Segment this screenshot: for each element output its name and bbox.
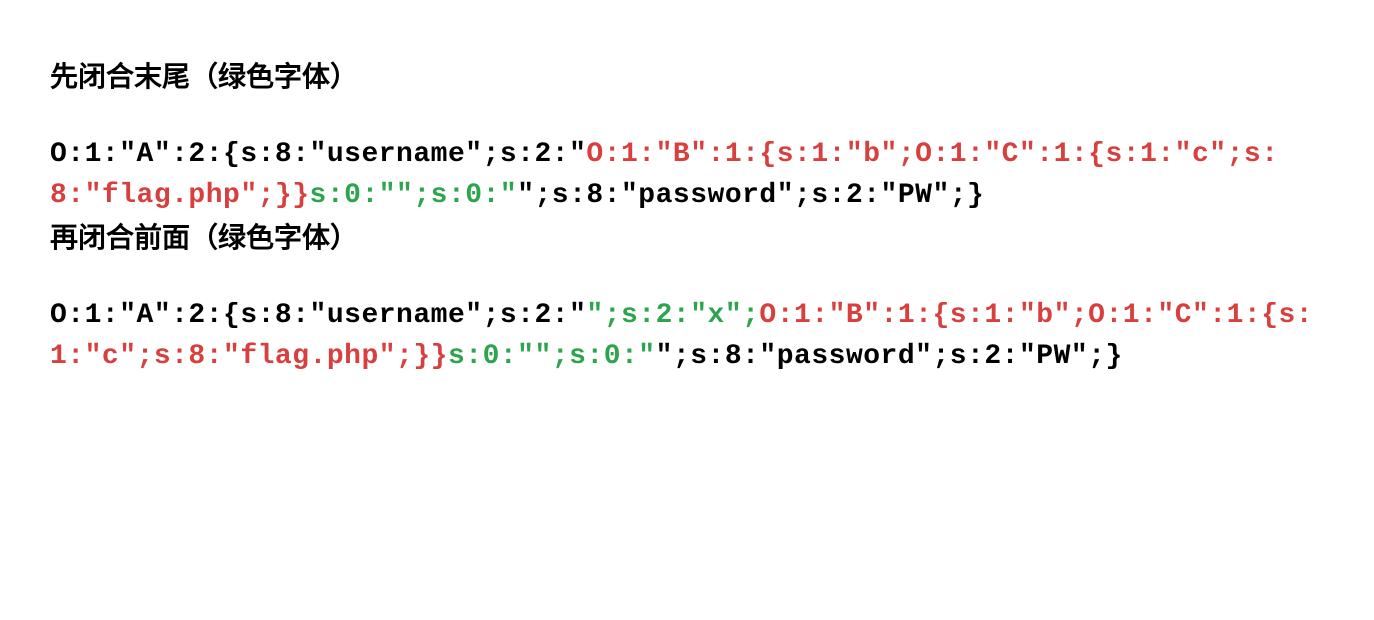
code-segment: s:0:"";s:0:" xyxy=(310,180,518,211)
heading-0: 先闭合末尾（绿色字体） xyxy=(50,55,1324,95)
code-block-0: O:1:"A":2:{s:8:"username";s:2:"O:1:"B":1… xyxy=(50,135,1324,216)
code-segment: O:1:"A":2:{s:8:"username";s:2:" xyxy=(50,300,586,331)
code-segment: ";s:8:"password";s:2:"PW";} xyxy=(517,180,984,211)
code-block-1: O:1:"A":2:{s:8:"username";s:2:"";s:2:"x"… xyxy=(50,296,1324,377)
section-0: 先闭合末尾（绿色字体） O:1:"A":2:{s:8:"username";s:… xyxy=(50,55,1324,216)
heading-1: 再闭合前面（绿色字体） xyxy=(50,216,1324,256)
code-segment: s:0:"";s:0:" xyxy=(448,341,656,372)
code-segment: O:1:"A":2:{s:8:"username";s:2:" xyxy=(50,139,586,170)
section-1: 再闭合前面（绿色字体） O:1:"A":2:{s:8:"username";s:… xyxy=(50,216,1324,377)
code-segment: ";s:2:"x"; xyxy=(586,300,759,331)
code-segment: ";s:8:"password";s:2:"PW";} xyxy=(656,341,1123,372)
